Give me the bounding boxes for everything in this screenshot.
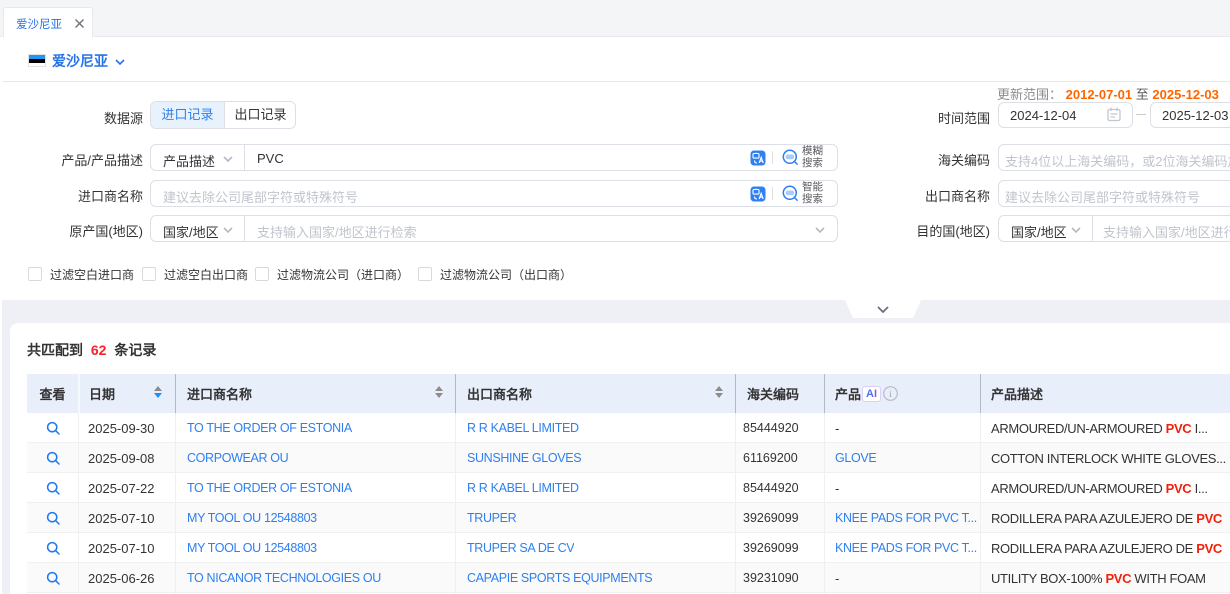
svg-text:i: i [889,389,892,399]
